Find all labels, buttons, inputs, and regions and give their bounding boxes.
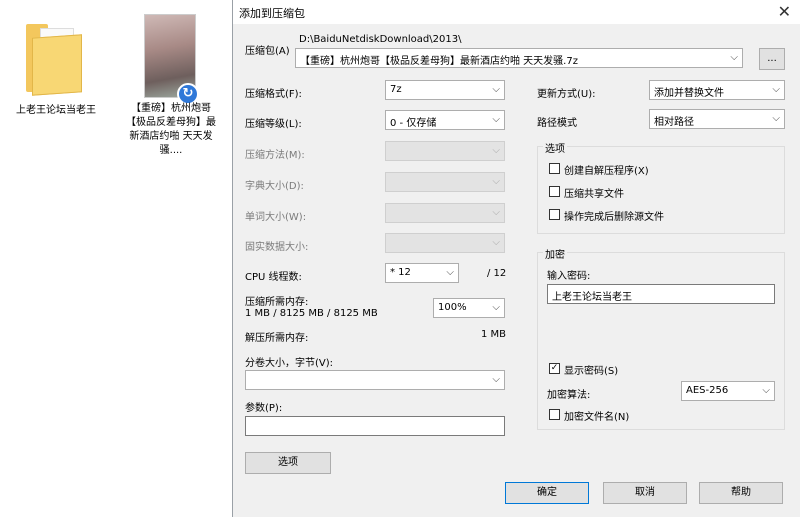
dict-label: 字典大小(D): bbox=[245, 181, 304, 192]
chevron-down-icon: ⌵ bbox=[762, 385, 770, 396]
method-label: 压缩方法(M): bbox=[245, 150, 305, 161]
memory-percent-select[interactable]: 100% ⌵ bbox=[433, 298, 505, 318]
shared-checkbox[interactable] bbox=[549, 186, 560, 197]
threads-value: * 12 bbox=[390, 267, 411, 278]
params-label: 参数(P): bbox=[245, 403, 283, 414]
chevron-down-icon: ⌵ bbox=[492, 207, 500, 218]
browse-button[interactable]: ... bbox=[759, 48, 785, 70]
format-select[interactable]: 7z ⌵ bbox=[385, 80, 505, 100]
update-value: 添加并替换文件 bbox=[654, 88, 724, 99]
volume-label: 分卷大小，字节(V): bbox=[245, 358, 334, 369]
path-mode-select[interactable]: 相对路径 ⌵ bbox=[649, 109, 785, 129]
chevron-down-icon: ⌵ bbox=[446, 267, 454, 278]
level-value: 0 - 仅存储 bbox=[390, 118, 437, 129]
threads-total: / 12 bbox=[487, 268, 507, 279]
encrypt-names-checkbox[interactable] bbox=[549, 409, 560, 420]
params-input[interactable] bbox=[245, 416, 505, 436]
folder-label[interactable]: 上老王论坛当老王 bbox=[14, 104, 98, 118]
format-value: 7z bbox=[390, 84, 402, 95]
decompress-memory-label: 解压所需内存: bbox=[245, 333, 309, 344]
archive-path: D:\BaiduNetdiskDownload\2013\ bbox=[299, 34, 462, 45]
word-select[interactable]: ⌵ bbox=[385, 203, 505, 223]
show-password-checkbox[interactable]: ✓ bbox=[549, 363, 560, 374]
chevron-down-icon: ⌵ bbox=[492, 176, 500, 187]
solid-label: 固实数据大小: bbox=[245, 242, 309, 253]
sfx-checkbox[interactable] bbox=[549, 163, 560, 174]
add-to-archive-dialog: 添加到压缩包 ✕ 压缩包(A) D:\BaiduNetdiskDownload\… bbox=[232, 0, 800, 517]
encryption-method-select[interactable]: AES-256 ⌵ bbox=[681, 381, 775, 401]
chevron-down-icon: ⌵ bbox=[730, 52, 738, 63]
encryption-group-title: 加密 bbox=[543, 246, 567, 261]
password-label: 输入密码: bbox=[547, 271, 591, 282]
solid-select[interactable]: ⌵ bbox=[385, 233, 505, 253]
encryption-method-label: 加密算法: bbox=[547, 390, 591, 401]
level-label: 压缩等级(L): bbox=[245, 119, 302, 130]
path-mode-label: 路径模式 bbox=[537, 118, 577, 129]
chevron-down-icon: ⌵ bbox=[492, 145, 500, 156]
shared-label[interactable]: 压缩共享文件 bbox=[564, 185, 624, 200]
options-group-title: 选项 bbox=[543, 140, 567, 155]
memory-percent-value: 100% bbox=[438, 302, 467, 313]
cancel-button[interactable]: 取消 bbox=[603, 482, 687, 504]
level-select[interactable]: 0 - 仅存储 ⌵ bbox=[385, 110, 505, 130]
delete-source-label[interactable]: 操作完成后删除源文件 bbox=[564, 208, 664, 223]
archive-name-combo[interactable]: 【重磅】杭州炮哥【极品反差母狗】最新酒店约啪 天天发骚.7z ⌵ bbox=[295, 48, 743, 68]
folder-icon[interactable] bbox=[26, 20, 84, 96]
path-mode-value: 相对路径 bbox=[654, 117, 694, 128]
dialog-title: 添加到压缩包 bbox=[239, 7, 305, 20]
chevron-down-icon: ⌵ bbox=[492, 84, 500, 95]
encryption-method-value: AES-256 bbox=[686, 385, 729, 396]
volume-combo[interactable]: ⌵ bbox=[245, 370, 505, 390]
chevron-down-icon: ⌵ bbox=[492, 302, 500, 313]
memory-value: 1 MB / 8125 MB / 8125 MB bbox=[245, 308, 378, 319]
help-button[interactable]: 帮助 bbox=[699, 482, 783, 504]
chevron-down-icon: ⌵ bbox=[492, 114, 500, 125]
password-input[interactable]: 上老王论坛当老王 bbox=[547, 284, 775, 304]
threads-select[interactable]: * 12 ⌵ bbox=[385, 263, 459, 283]
sfx-label[interactable]: 创建自解压程序(X) bbox=[564, 162, 649, 177]
chevron-down-icon: ⌵ bbox=[492, 237, 500, 248]
show-password-label[interactable]: 显示密码(S) bbox=[564, 362, 618, 377]
options-button[interactable]: 选项 bbox=[245, 452, 331, 474]
file-label[interactable]: 【重磅】杭州炮哥【极品反差母狗】最新酒店约啪 天天发骚.... bbox=[126, 102, 216, 158]
memory-label: 压缩所需内存: bbox=[245, 297, 309, 308]
method-select[interactable]: ⌵ bbox=[385, 141, 505, 161]
video-thumbnail[interactable]: ↻ bbox=[144, 14, 199, 105]
decompress-memory-value: 1 MB bbox=[481, 329, 507, 340]
format-label: 压缩格式(F): bbox=[245, 89, 302, 100]
delete-source-checkbox[interactable] bbox=[549, 209, 560, 220]
title-bar: 添加到压缩包 ✕ bbox=[233, 0, 800, 24]
ok-button[interactable]: 确定 bbox=[505, 482, 589, 504]
chevron-down-icon: ⌵ bbox=[772, 84, 780, 95]
archive-label: 压缩包(A) bbox=[245, 46, 290, 57]
word-label: 单词大小(W): bbox=[245, 212, 307, 223]
threads-label: CPU 线程数: bbox=[245, 272, 302, 283]
archive-name-value: 【重磅】杭州炮哥【极品反差母狗】最新酒店约啪 天天发骚.7z bbox=[300, 56, 578, 67]
chevron-down-icon: ⌵ bbox=[772, 113, 780, 124]
update-select[interactable]: 添加并替换文件 ⌵ bbox=[649, 80, 785, 100]
close-icon[interactable]: ✕ bbox=[778, 2, 791, 21]
update-label: 更新方式(U): bbox=[537, 89, 596, 100]
encrypt-names-label[interactable]: 加密文件名(N) bbox=[564, 408, 629, 423]
chevron-down-icon: ⌵ bbox=[492, 374, 500, 385]
dict-select[interactable]: ⌵ bbox=[385, 172, 505, 192]
